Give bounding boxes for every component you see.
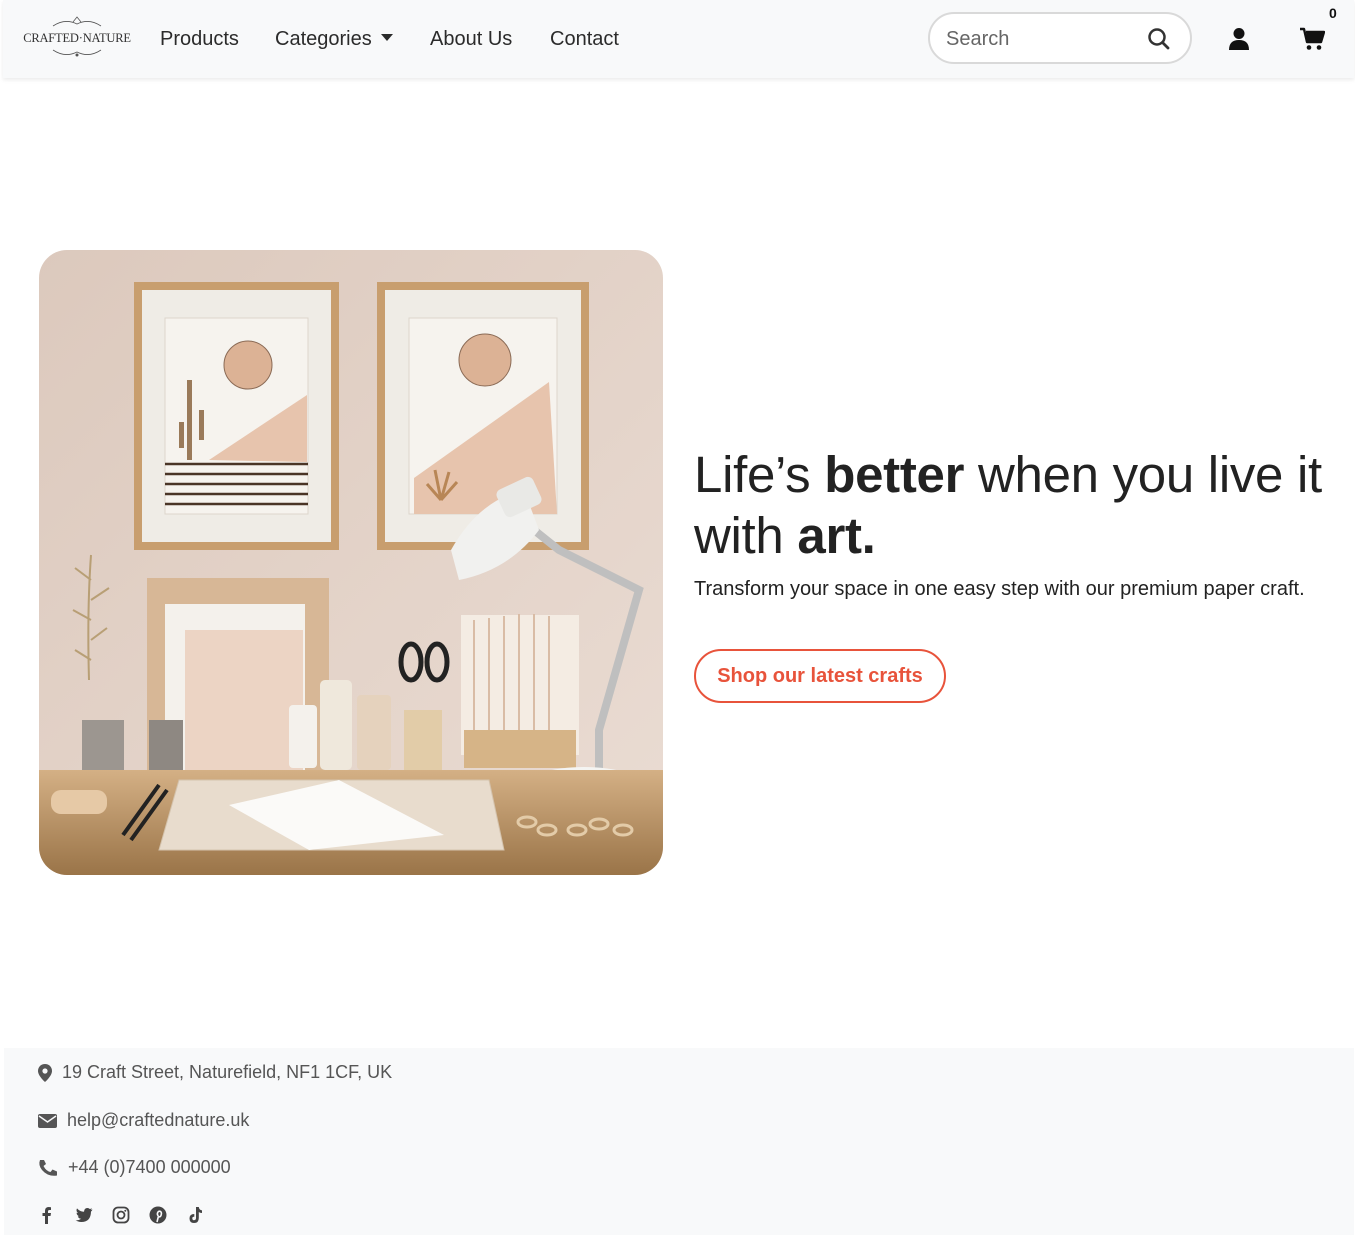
logo-text: CRAFTED·NATURE bbox=[23, 31, 131, 45]
instagram-icon[interactable] bbox=[112, 1206, 130, 1224]
hero-image bbox=[39, 250, 663, 875]
footer-email: help@craftednature.uk bbox=[38, 1110, 249, 1131]
nav-contact[interactable]: Contact bbox=[550, 26, 619, 52]
hero-subtext: Transform your space in one easy step wi… bbox=[694, 578, 1305, 600]
social-links bbox=[38, 1206, 204, 1224]
headline-bold-better: better bbox=[824, 446, 965, 503]
twitter-icon[interactable] bbox=[75, 1206, 93, 1224]
headline-bold-art: art. bbox=[797, 507, 876, 564]
footer: 19 Craft Street, Naturefield, NF1 1CF, U… bbox=[4, 1048, 1354, 1235]
cart-icon[interactable] bbox=[1299, 27, 1326, 51]
email-link[interactable]: help@craftednature.uk bbox=[67, 1110, 249, 1131]
headline-part1: Life’s bbox=[694, 446, 825, 503]
nav-categories[interactable]: Categories bbox=[275, 26, 393, 52]
footer-phone: +44 (0)7400 000000 bbox=[38, 1157, 231, 1178]
address-text: 19 Craft Street, Naturefield, NF1 1CF, U… bbox=[62, 1062, 393, 1082]
facebook-icon[interactable] bbox=[38, 1206, 56, 1224]
cart-count-badge: 0 bbox=[1329, 5, 1337, 21]
nav-products[interactable]: Products bbox=[160, 26, 239, 52]
phone-text: +44 (0)7400 000000 bbox=[68, 1157, 231, 1177]
tiktok-icon[interactable] bbox=[186, 1206, 204, 1224]
pinterest-icon[interactable] bbox=[149, 1206, 167, 1224]
hero-headline: Life’s better when you live it with art. bbox=[694, 444, 1334, 566]
footer-address: 19 Craft Street, Naturefield, NF1 1CF, U… bbox=[38, 1062, 392, 1083]
navbar: CRAFTED·NATURE Products Categories About… bbox=[3, 0, 1354, 78]
envelope-icon bbox=[38, 1113, 57, 1128]
shop-latest-crafts-button[interactable]: Shop our latest crafts bbox=[694, 649, 946, 703]
user-icon[interactable] bbox=[1228, 27, 1250, 51]
search-icon[interactable] bbox=[1146, 26, 1172, 52]
map-pin-icon bbox=[38, 1063, 52, 1082]
search-input[interactable] bbox=[946, 26, 1136, 52]
nav-categories-label: Categories bbox=[275, 28, 372, 50]
caret-down-icon bbox=[380, 34, 393, 41]
search-box bbox=[928, 12, 1192, 64]
nav-about-us[interactable]: About Us bbox=[430, 26, 512, 52]
brand-logo[interactable]: CRAFTED·NATURE bbox=[23, 14, 131, 62]
phone-icon bbox=[39, 1159, 57, 1176]
